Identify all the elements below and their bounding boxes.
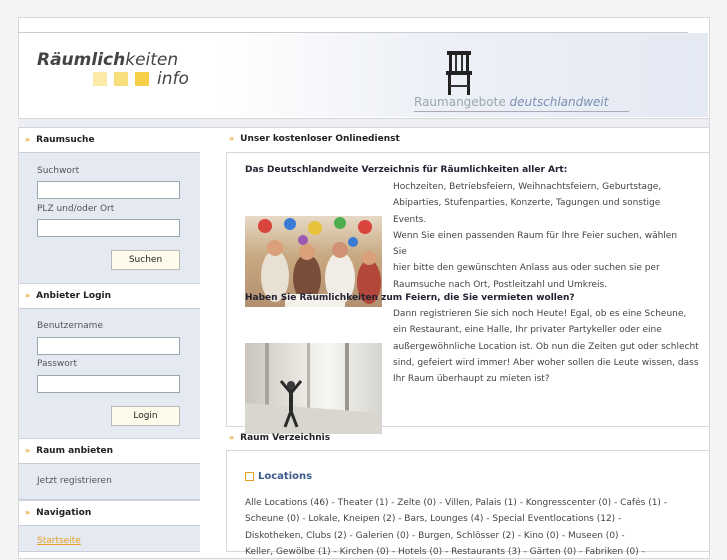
service-section-title: » Unser kostenloser Onlinedienst — [226, 127, 708, 151]
tagline-highlight: deutschlandweit — [509, 95, 609, 109]
search-title: Raumsuche — [36, 135, 95, 145]
text-line: Hochzeiten, Betriebsfeiern, Weihnachtsfe… — [393, 182, 662, 192]
navigation-panel-title: » Navigation — [19, 500, 200, 525]
username-input[interactable] — [37, 337, 180, 355]
login-button[interactable]: Login — [111, 406, 180, 426]
site-header: Räumlichkeiten info Raumangebote deutsch… — [19, 33, 708, 117]
tagline-underline — [414, 111, 629, 112]
text-line: Raumsuche nach Ort, Postleitzahl und Umk… — [393, 279, 608, 290]
service-heading-2: Haben Sie Räumlichkeiten zum Feiern, die… — [245, 293, 575, 303]
search-panel-title: » Raumsuche — [19, 127, 200, 152]
bullet-arrow-icon: » — [25, 135, 31, 144]
text-line: sind, gefeiert wird immer! Aber woher so… — [393, 357, 699, 368]
keyword-input[interactable] — [37, 181, 180, 199]
bullet-arrow-icon: » — [229, 134, 235, 143]
login-panel: Benutzername Passwort Login — [19, 308, 200, 440]
text-line: außergewöhnliche Location ist. Ob nun di… — [393, 341, 699, 352]
hall-photo-image — [245, 343, 382, 434]
offer-panel-title: » Raum anbieten — [19, 438, 200, 463]
register-link[interactable]: Jetzt registrieren — [37, 476, 112, 486]
login-panel-title: » Anbieter Login — [19, 283, 200, 308]
offer-title: Raum anbieten — [36, 446, 114, 456]
search-button[interactable]: Suchen — [111, 250, 180, 270]
square-bullet-icon — [245, 471, 254, 481]
locations-line[interactable]: Alle Locations (46) - Theater (1) - Zelt… — [245, 495, 685, 511]
password-input[interactable] — [37, 375, 180, 393]
locations-title: Locations — [258, 471, 313, 482]
logo-square-3 — [135, 72, 149, 86]
service-title: Unser kostenloser Onlinedienst — [240, 134, 400, 144]
keyword-label: Suchwort — [37, 166, 80, 176]
service-panel: Das Deutschlandweite Verzeichnis für Räu… — [226, 152, 710, 434]
bullet-arrow-icon: » — [229, 433, 235, 442]
locations-line[interactable]: Scheune (0) - Lokale, Kneipen (2) - Bars… — [245, 511, 685, 527]
directory-title: Raum Verzeichnis — [240, 433, 331, 443]
location-label: PLZ und/oder Ort — [37, 204, 115, 214]
chair-icon — [446, 51, 472, 95]
tagline-text: Raumangebote — [414, 95, 510, 109]
logo-suffix: keiten — [125, 50, 179, 70]
username-label: Benutzername — [37, 321, 103, 331]
text-line: Abiparties, Stufenparties, Konzerte, Tag… — [393, 198, 661, 225]
locations-heading: Locations — [245, 471, 312, 482]
search-panel: Suchwort PLZ und/oder Ort Suchen — [19, 152, 200, 284]
service-heading-1: Das Deutschlandweite Verzeichnis für Räu… — [245, 165, 568, 175]
text-line: Dann registrieren Sie sich noch Heute! E… — [393, 309, 687, 319]
logo-bold: Räumlich — [37, 50, 126, 70]
location-input[interactable] — [37, 219, 180, 237]
bullet-arrow-icon: » — [25, 446, 31, 455]
offer-panel: Jetzt registrieren — [19, 463, 200, 500]
login-title: Anbieter Login — [36, 291, 112, 301]
service-text-1: Hochzeiten, Betriebsfeiern, Weihnachtsfe… — [393, 179, 693, 293]
tagline: Raumangebote deutschlandweit — [414, 95, 608, 109]
site-logo[interactable]: Räumlichkeiten — [37, 50, 178, 70]
logo-square-1 — [93, 72, 107, 86]
logo-square-2 — [114, 72, 128, 86]
text-line: ein Restaurant, eine Halle, Ihr privater… — [393, 325, 662, 336]
service-text-2: Dann registrieren Sie sich noch Heute! E… — [393, 306, 703, 387]
text-line: hier bitte den gewünschten Anlass aus od… — [393, 263, 660, 274]
navigation-title: Navigation — [36, 508, 92, 518]
locations-line[interactable]: Diskotheken, Clubs (2) - Galerien (0) - … — [245, 528, 685, 544]
text-line: Wenn Sie einen passenden Raum für Ihre F… — [393, 230, 678, 258]
logo-info: info — [157, 69, 189, 89]
navigation-panel: Startseite — [19, 525, 200, 552]
text-line: Ihr Raum überhaupt zu mieten ist? — [393, 374, 550, 385]
locations-list: Alle Locations (46) - Theater (1) - Zelt… — [245, 495, 685, 560]
bullet-arrow-icon: » — [25, 291, 31, 300]
locations-line[interactable]: Keller, Gewölbe (1) - Kirchen (0) - Hote… — [245, 544, 685, 560]
password-label: Passwort — [37, 359, 78, 369]
hall-photo — [245, 343, 382, 434]
directory-panel: Locations Alle Locations (46) - Theater … — [226, 450, 710, 557]
directory-section-title: » Raum Verzeichnis — [226, 426, 708, 450]
bullet-arrow-icon: » — [25, 508, 31, 517]
